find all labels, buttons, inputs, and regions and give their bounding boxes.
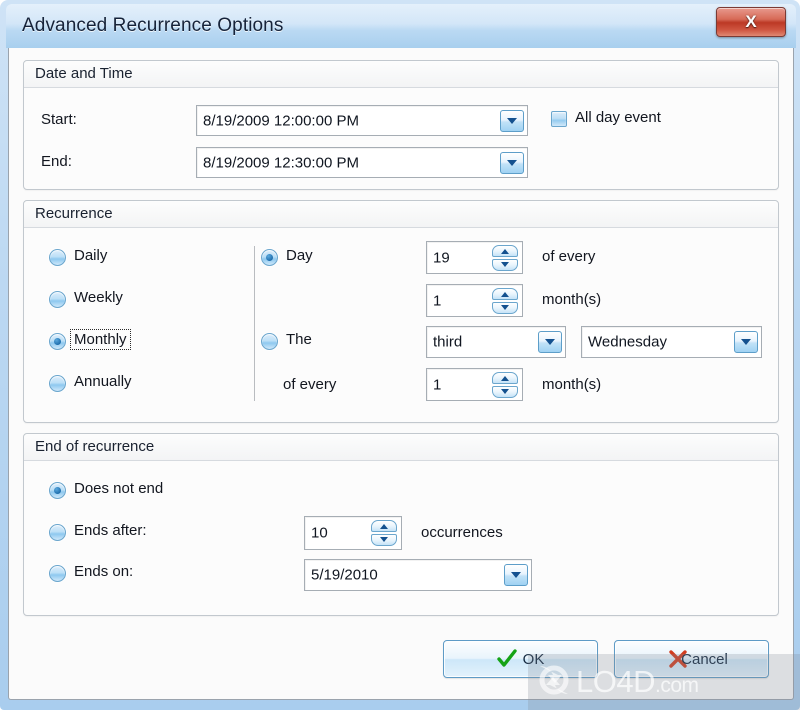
ok-button[interactable]: OK [443, 640, 598, 678]
radio-weekly-label: Weekly [74, 289, 123, 306]
date-and-time-group: Date and Time Start: 8/19/2009 12:00:00 … [23, 60, 779, 190]
dialog-client-area: Date and Time Start: 8/19/2009 12:00:00 … [8, 48, 794, 700]
day-of-month-value: 19 [433, 249, 450, 266]
the-months-label: month(s) [542, 376, 602, 393]
end-label: End: [41, 153, 72, 170]
day-month-interval-value: 1 [433, 292, 442, 309]
close-icon: X [745, 12, 757, 31]
cancel-button[interactable]: Cancel [614, 640, 769, 678]
cancel-button-label: Cancel [681, 650, 728, 668]
spinner-up-icon[interactable] [371, 520, 397, 532]
end-of-recurrence-title: End of recurrence [35, 438, 155, 455]
radio-dot-icon [49, 375, 66, 392]
ends-on-date-field[interactable]: 5/19/2010 [304, 559, 532, 591]
radio-annually-label: Annually [74, 373, 132, 390]
radio-dot-icon [49, 333, 66, 350]
ordinal-dropdown-icon[interactable] [538, 331, 562, 353]
all-day-event-label: All day event [575, 109, 661, 126]
end-datetime-value: 8/19/2009 12:30:00 PM [203, 154, 359, 171]
end-of-recurrence-group: End of recurrence Does not end Ends afte… [23, 433, 779, 616]
the-month-interval-stepper[interactable]: 1 [426, 368, 523, 401]
spinner-down-icon[interactable] [492, 258, 518, 271]
radio-dot-icon [49, 291, 66, 308]
ends-on-date-value: 5/19/2010 [311, 566, 378, 584]
spinner-up-icon[interactable] [492, 244, 518, 257]
spinner-up-icon[interactable] [492, 371, 518, 384]
dialog-window: Advanced Recurrence Options X Date and T… [0, 0, 800, 710]
radio-ends-after-label: Ends after: [74, 522, 147, 539]
recurrence-group: Recurrence Daily Weekly Monthly Annually [23, 200, 779, 423]
ordinal-value: third [433, 333, 463, 351]
spinner-up-icon[interactable] [492, 287, 518, 300]
radio-dot-icon [49, 524, 66, 541]
the-month-interval-value: 1 [433, 376, 442, 393]
checkbox-box-icon [551, 111, 567, 127]
of-every-label: of every [542, 248, 596, 265]
recurrence-separator [254, 246, 255, 401]
end-dropdown-icon[interactable] [500, 151, 524, 174]
end-of-recurrence-header: End of recurrence [24, 434, 778, 461]
weekday-value: Wednesday [588, 333, 667, 351]
radio-dot-icon [261, 249, 278, 266]
spinner-down-icon[interactable] [371, 534, 397, 546]
the-of-every-label: of every [283, 376, 337, 393]
start-label: Start: [41, 111, 77, 128]
close-button[interactable]: X [716, 7, 786, 37]
day-month-interval-stepper[interactable]: 1 [426, 284, 523, 317]
end-datetime-field[interactable]: 8/19/2009 12:30:00 PM [196, 147, 528, 178]
occurrences-label: occurrences [421, 524, 503, 541]
spinner-down-icon[interactable] [492, 385, 518, 398]
start-datetime-value: 8/19/2009 12:00:00 PM [203, 112, 359, 129]
date-and-time-header: Date and Time [24, 61, 778, 88]
radio-dot-icon [49, 249, 66, 266]
occurrences-stepper[interactable]: 10 [304, 516, 402, 550]
day-of-month-spinner[interactable] [492, 244, 518, 271]
occurrences-value: 10 [311, 524, 328, 542]
day-month-interval-spinner[interactable] [492, 287, 518, 314]
radio-day-label: Day [286, 247, 313, 264]
start-datetime-field[interactable]: 8/19/2009 12:00:00 PM [196, 105, 528, 136]
occurrences-spinner[interactable] [371, 520, 397, 546]
radio-daily-label: Daily [74, 247, 108, 264]
day-of-month-stepper[interactable]: 19 [426, 241, 523, 274]
weekday-dropdown-icon[interactable] [734, 331, 758, 353]
recurrence-header: Recurrence [24, 201, 778, 228]
radio-dot-icon [261, 333, 278, 350]
radio-does-not-end-label: Does not end [74, 480, 164, 497]
weekday-dropdown[interactable]: Wednesday [581, 326, 762, 358]
date-and-time-title: Date and Time [35, 65, 133, 82]
radio-ends-on-label: Ends on: [74, 563, 134, 580]
window-title: Advanced Recurrence Options [22, 15, 284, 36]
ends-on-dropdown-icon[interactable] [504, 564, 528, 586]
radio-monthly-label: Monthly [70, 329, 131, 350]
start-dropdown-icon[interactable] [500, 109, 524, 132]
radio-dot-icon [49, 565, 66, 582]
radio-dot-icon [49, 482, 66, 499]
title-bar: Advanced Recurrence Options X [6, 4, 796, 48]
ordinal-dropdown[interactable]: third [426, 326, 566, 358]
spinner-down-icon[interactable] [492, 301, 518, 314]
ok-button-label: OK [522, 650, 545, 668]
radio-the-label: The [286, 331, 312, 348]
the-month-interval-spinner[interactable] [492, 371, 518, 398]
recurrence-title: Recurrence [35, 205, 113, 222]
day-months-label: month(s) [542, 291, 602, 308]
